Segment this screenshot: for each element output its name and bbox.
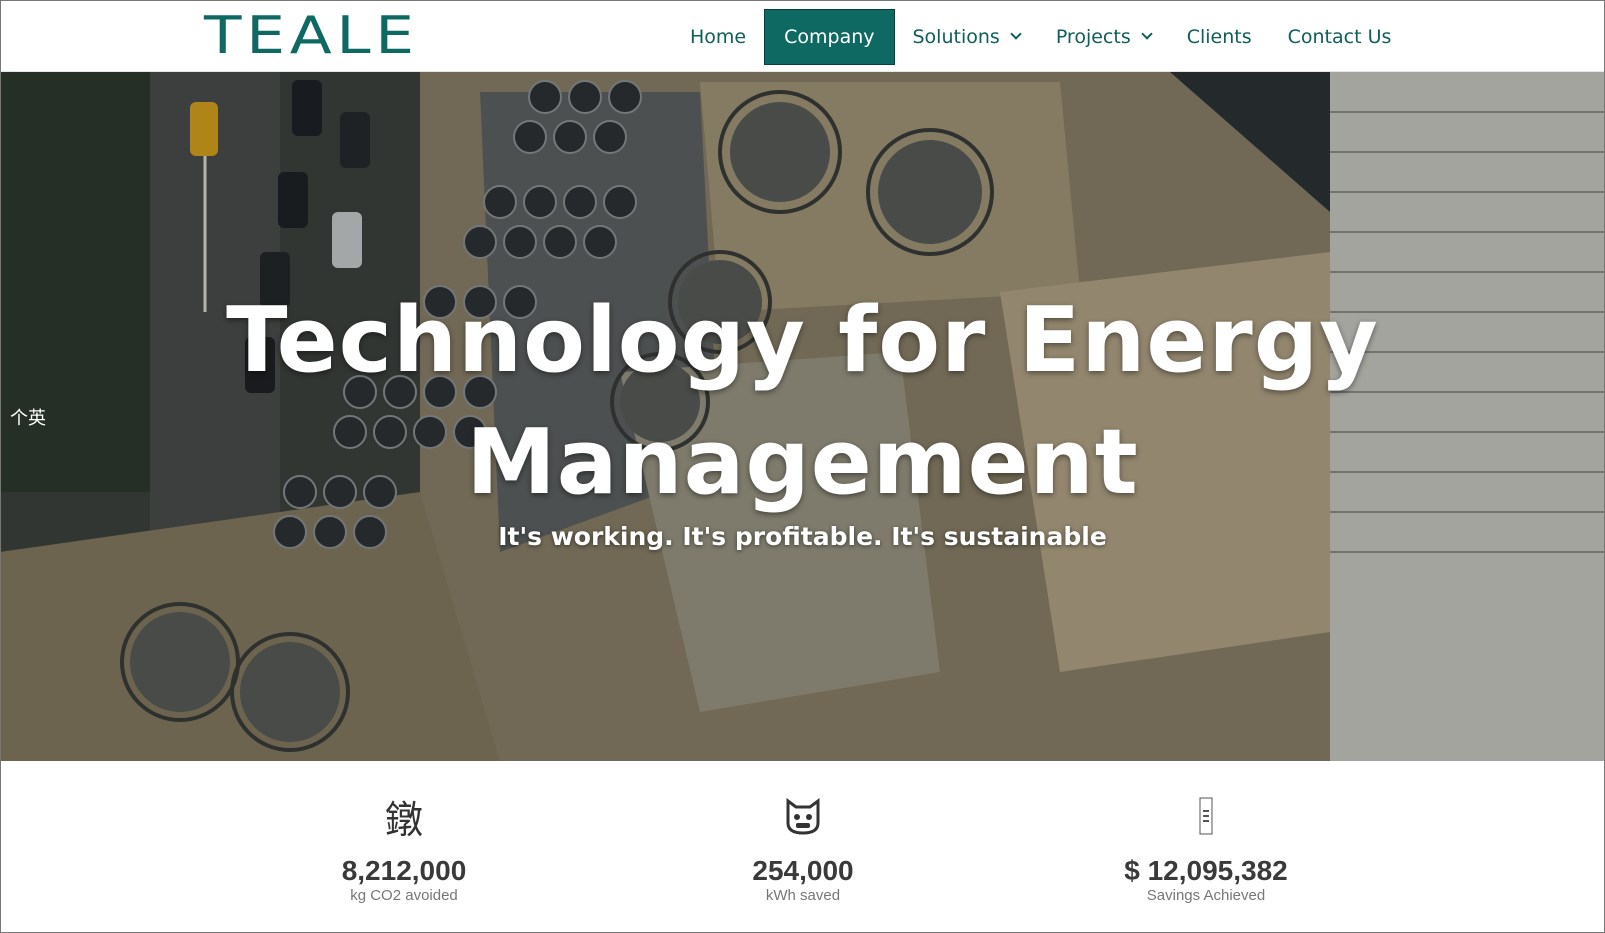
stat-kwh: 254,000 kWh saved xyxy=(673,761,933,904)
nav-solutions[interactable]: Solutions xyxy=(895,9,1038,65)
stat-savings-label: Savings Achieved xyxy=(1146,887,1266,904)
nav-home[interactable]: Home xyxy=(672,9,764,65)
money-glyph-icon xyxy=(1076,787,1336,845)
stat-savings: $ 12,095,382 Savings Achieved xyxy=(1076,761,1336,904)
stat-kwh-label: kWh saved xyxy=(765,887,841,904)
hero-banner: 个英 Technology for Energy Management It's… xyxy=(0,72,1605,761)
hero-title: Technology for Energy Management xyxy=(0,280,1605,524)
stat-co2: 鐓 8,212,000 kg CO2 avoided xyxy=(274,761,534,905)
leaf-glyph-icon: 鐓 xyxy=(384,797,423,842)
nav-home-label: Home xyxy=(690,26,747,48)
bolt-glyph-icon xyxy=(673,787,933,845)
stat-kwh-value: 254,000 xyxy=(752,855,854,886)
nav-solutions-label: Solutions xyxy=(912,26,1000,48)
site-header: TEALE Home Company Solutions Projects Cl… xyxy=(0,0,1605,72)
nav-company-label: Company xyxy=(784,26,875,48)
stat-co2-label: kg CO2 avoided xyxy=(350,887,458,904)
nav-contact-label: Contact Us xyxy=(1287,26,1392,48)
hero-title-line1: Technology for Energy xyxy=(226,288,1379,393)
nav-clients-label: Clients xyxy=(1186,26,1252,48)
nav-projects[interactable]: Projects xyxy=(1038,9,1169,65)
teale-logo[interactable]: TEALE xyxy=(204,6,419,66)
chevron-down-icon xyxy=(1141,28,1153,40)
nav-projects-label: Projects xyxy=(1055,26,1131,48)
chevron-down-icon xyxy=(1010,28,1022,40)
main-nav: Home Company Solutions Projects Clients … xyxy=(672,9,1409,65)
hero-subtitle: It's working. It's profitable. It's sust… xyxy=(498,522,1107,551)
stats-section: 鐓 8,212,000 kg CO2 avoided 254,000 kWh s… xyxy=(0,761,1605,933)
stat-savings-value: $ 12,095,382 xyxy=(1124,855,1288,886)
stat-co2-value: 8,212,000 xyxy=(341,855,467,886)
nav-company[interactable]: Company xyxy=(764,9,895,65)
nav-contact-us[interactable]: Contact Us xyxy=(1270,9,1410,65)
hero-title-line2: Management xyxy=(466,410,1139,515)
nav-clients[interactable]: Clients xyxy=(1169,9,1270,65)
